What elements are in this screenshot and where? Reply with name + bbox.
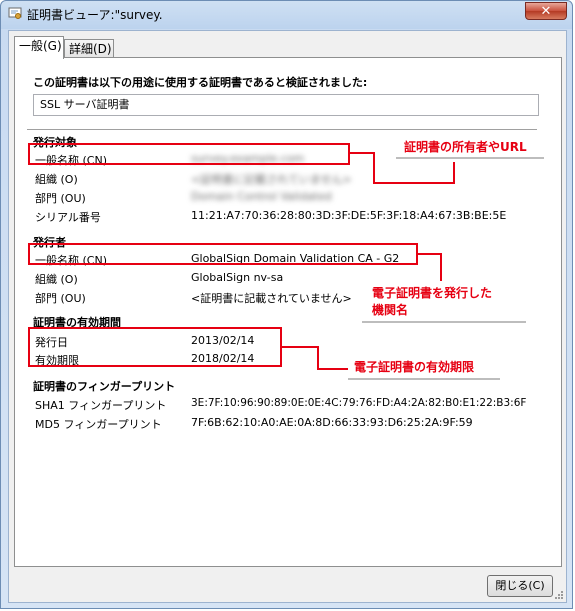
validity-connector-line [282,346,318,348]
issuer-connector-line [440,253,442,281]
owner-connector-line [373,182,455,184]
issued-to-ou-value: Domain Control Validated [191,190,332,203]
issuer-annotation-line1: 電子証明書を発行した [372,286,493,300]
window-close-button[interactable]: ✕ [525,2,567,20]
fingerprints-heading: 証明書のフィンガープリント [33,380,176,393]
issued-by-ou-label: 部門 (OU) [35,292,86,305]
sha1-value: 3E:7F:10:96:90:89:0E:0E:4C:79:76:FD:A4:2… [191,397,527,409]
owner-connector-line [350,152,374,154]
title-bar[interactable]: 証明書ビューア:"survey. ✕ [1,1,574,27]
owner-annotation: 証明書の所有者やURL [396,133,544,159]
window-title: 証明書ビューア:"survey. [27,8,163,22]
owner-highlight-box [28,143,350,165]
owner-connector-line [373,152,375,184]
issuer-highlight-box [28,243,418,265]
tab-general[interactable]: 一般(G) [14,36,64,59]
issued-to-ou-label: 部門 (OU) [35,192,86,205]
serial-number-label: シリアル番号 [35,211,101,224]
separator [27,129,537,130]
resize-grip-icon[interactable] [554,590,564,600]
serial-number-value: 11:21:A7:70:36:28:80:3D:3F:DE:5F:3F:18:A… [191,209,507,222]
issued-by-o-value: GlobalSign nv-sa [191,271,284,284]
md5-label: MD5 フィンガープリント [35,418,162,431]
owner-connector-line [453,162,455,184]
issued-by-o-label: 組織 (O) [35,273,78,286]
purpose-textbox[interactable]: SSL サーバ証明書 [33,94,539,116]
certificate-icon [8,7,22,19]
close-dialog-button[interactable]: 閉じる(C) [487,575,553,597]
purpose-heading: この証明書は以下の用途に使用する証明書であると検証されました: [33,76,368,89]
issuer-annotation-line2: 機関名 [372,303,409,317]
sha1-label: SHA1 フィンガープリント [35,399,167,412]
validity-connector-line [317,368,349,370]
md5-value: 7F:6B:62:10:A0:AE:0A:8D:66:33:93:D6:25:2… [191,416,473,429]
issuer-annotation: 電子証明書を発行した 機関名 [362,281,526,323]
tab-details[interactable]: 詳細(D) [64,39,114,58]
issuer-connector-line [416,253,441,255]
validity-connector-line [317,346,319,370]
issued-to-o-value: <証明書に記載されていません> [191,173,352,186]
validity-annotation: 電子証明書の有効期限 [348,354,500,380]
validity-highlight-box [28,327,282,367]
issued-to-o-label: 組織 (O) [35,173,78,186]
issued-by-ou-value: <証明書に記載されていません> [191,292,352,305]
